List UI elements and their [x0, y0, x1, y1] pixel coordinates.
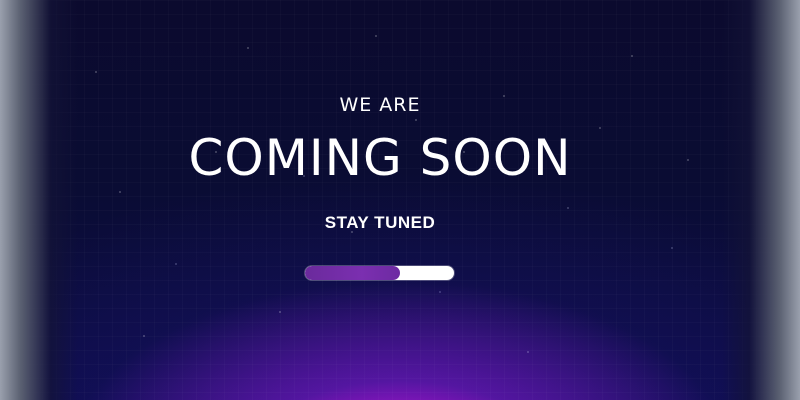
banner-content: WE ARE COMING SOON STAY TUNED: [0, 0, 800, 400]
progress-bar: [305, 266, 454, 280]
eyebrow-text: WE ARE: [339, 94, 421, 116]
tagline-text: STAY TUNED: [324, 213, 436, 232]
coming-soon-banner: WE ARE COMING SOON STAY TUNED: [0, 0, 800, 400]
headline-text: COMING SOON: [188, 129, 572, 187]
progress-fill: [305, 266, 401, 280]
